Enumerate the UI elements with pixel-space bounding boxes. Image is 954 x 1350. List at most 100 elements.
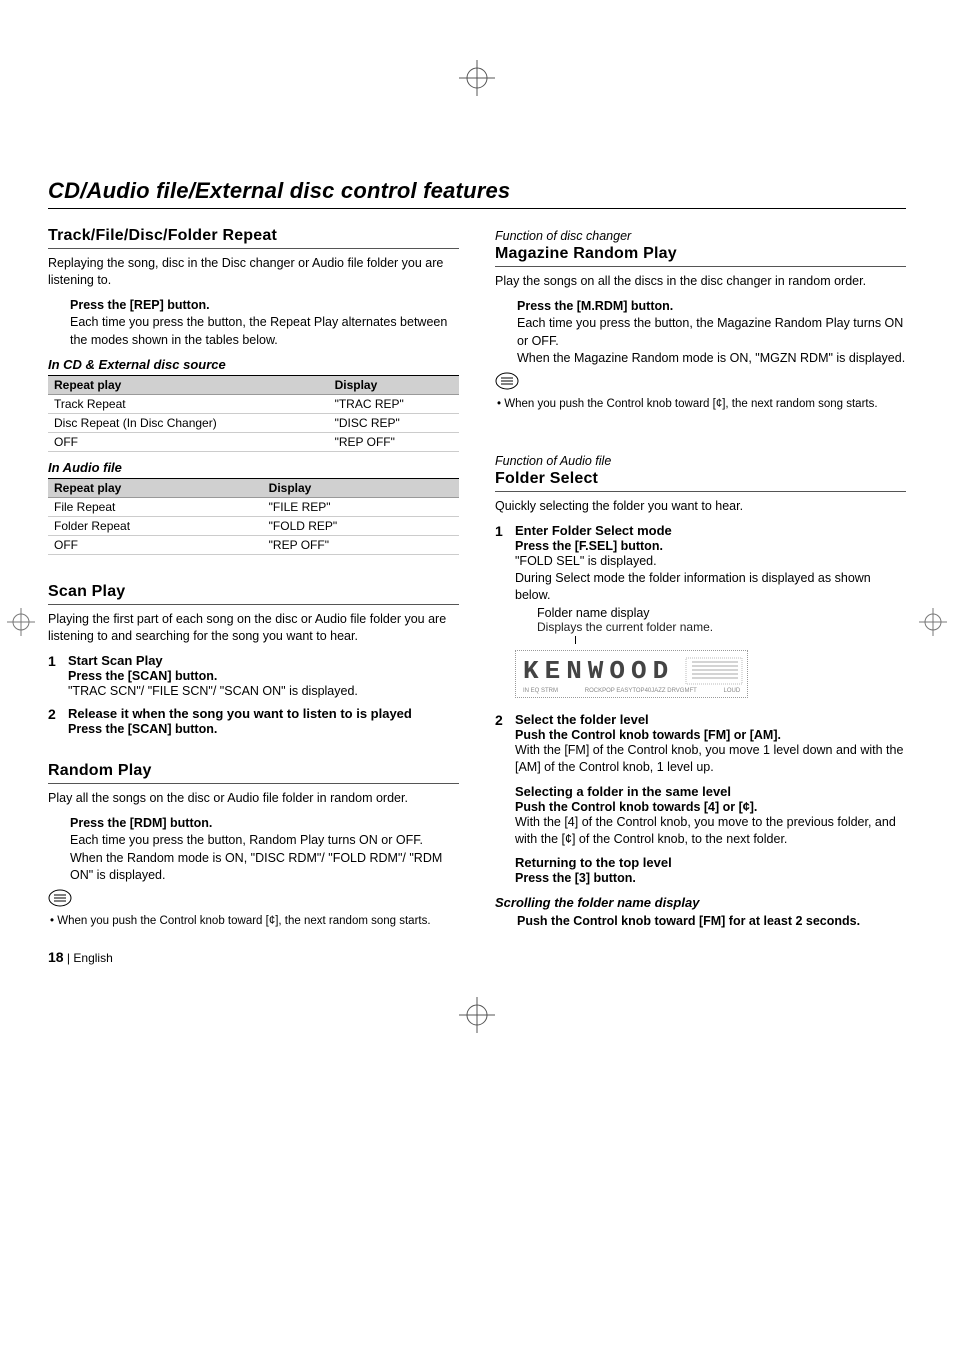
step-instr: Press the [F.SEL] button.	[515, 539, 906, 553]
step-number: 1	[495, 523, 509, 706]
section-heading-folder: Folder Select	[495, 470, 906, 492]
lcd-display: KENWOOD IN EQ STRM	[515, 650, 748, 698]
section-heading-magazine: Magazine Random Play	[495, 245, 906, 267]
return-instr: Press the [3] button.	[515, 871, 906, 885]
step-desc: "TRAC SCN"/ "FILE SCN"/ "SCAN ON" is dis…	[68, 683, 459, 700]
magazine-press-desc1: Each time you press the button, the Maga…	[517, 315, 906, 350]
registration-mark-bottom	[48, 965, 906, 1045]
folder-step1: 1 Enter Folder Select mode Press the [F.…	[495, 523, 906, 706]
th-repeat-play: Repeat play	[48, 479, 263, 498]
section-heading-repeat: Track/File/Disc/Folder Repeat	[48, 227, 459, 249]
repeat-press-label: Press the [REP] button.	[70, 297, 459, 315]
return-title: Returning to the top level	[515, 855, 906, 870]
random-press-desc2: When the Random mode is ON, "DISC RDM"/ …	[70, 850, 459, 885]
section-heading-scan: Scan Play	[48, 583, 459, 605]
magazine-press-label: Press the [M.RDM] button.	[517, 298, 906, 316]
lcd-text: KENWOOD	[519, 656, 678, 686]
cell: "FILE REP"	[263, 498, 459, 517]
lcd-sub-left: IN EQ STRM	[523, 688, 558, 694]
step-title: Select the folder level	[515, 712, 906, 727]
step-title: Release it when the song you want to lis…	[68, 706, 459, 721]
footer-lang: English	[73, 951, 112, 965]
cell: Track Repeat	[48, 395, 329, 414]
step-title: Start Scan Play	[68, 653, 459, 668]
step-desc: "FOLD SEL" is displayed.	[515, 553, 906, 570]
audio-subhead: In Audio file	[48, 460, 459, 475]
step-instr: Push the Control knob towards [FM] or [A…	[515, 728, 906, 742]
random-note: • When you push the Control knob toward …	[48, 914, 459, 930]
cell: "FOLD REP"	[263, 517, 459, 536]
lcd-label: Folder name display	[537, 606, 906, 620]
table-row: OFF "REP OFF"	[48, 433, 459, 452]
magazine-press-desc2: When the Magazine Random mode is ON, "MG…	[517, 350, 906, 368]
scan-step2: 2 Release it when the song you want to l…	[48, 706, 459, 736]
lcd-pointer	[515, 636, 906, 646]
cell: "REP OFF"	[263, 536, 459, 555]
step-instr: Press the [SCAN] button.	[68, 669, 459, 683]
page-number: 18	[48, 949, 64, 965]
note-text: When you push the Control knob toward [¢…	[504, 398, 877, 410]
table-row: Folder Repeat "FOLD REP"	[48, 517, 459, 536]
scroll-instr: Push the Control knob toward [FM] for at…	[517, 913, 906, 931]
crosshair-icon	[918, 607, 948, 637]
scan-step1: 1 Start Scan Play Press the [SCAN] butto…	[48, 653, 459, 700]
crosshair-icon	[6, 607, 36, 637]
cell: OFF	[48, 433, 329, 452]
note-icon	[495, 372, 906, 395]
table-row: Disc Repeat (In Disc Changer) "DISC REP"	[48, 414, 459, 433]
same-level-desc: With the [4] of the Control knob, you mo…	[515, 814, 906, 848]
random-intro: Play all the songs on the disc or Audio …	[48, 790, 459, 807]
lcd-desc: Displays the current folder name.	[537, 620, 906, 634]
table-audio: Repeat play Display File Repeat "FILE RE…	[48, 478, 459, 555]
folder-context: Function of Audio file	[495, 454, 906, 468]
folder-intro: Quickly selecting the folder you want to…	[495, 498, 906, 515]
lcd-spectrum-icon	[684, 654, 744, 688]
page-title: CD/Audio file/External disc control feat…	[48, 178, 906, 209]
right-column: Function of disc changer Magazine Random…	[495, 227, 906, 931]
magazine-note: • When you push the Control knob toward …	[495, 397, 906, 413]
same-level-title: Selecting a folder in the same level	[515, 784, 906, 799]
step-instr: Press the [SCAN] button.	[68, 722, 459, 736]
step-number: 2	[48, 706, 62, 736]
cd-ext-subhead: In CD & External disc source	[48, 357, 459, 372]
table-row: File Repeat "FILE REP"	[48, 498, 459, 517]
cell: File Repeat	[48, 498, 263, 517]
step-number: 1	[48, 653, 62, 700]
registration-mark-top	[48, 48, 906, 168]
crosshair-icon	[457, 995, 497, 1035]
footer-sep: |	[67, 951, 70, 965]
section-heading-random: Random Play	[48, 762, 459, 784]
random-press-label: Press the [RDM] button.	[70, 815, 459, 833]
scan-intro: Playing the first part of each song on t…	[48, 611, 459, 645]
repeat-intro: Replaying the song, disc in the Disc cha…	[48, 255, 459, 289]
note-text: When you push the Control knob toward [¢…	[57, 915, 430, 927]
step-title: Enter Folder Select mode	[515, 523, 906, 538]
crosshair-icon	[457, 58, 497, 98]
repeat-press-desc: Each time you press the button, the Repe…	[70, 314, 459, 349]
magazine-context: Function of disc changer	[495, 229, 906, 243]
page-footer: 18 | English	[48, 949, 906, 965]
lcd-sub-right: LOUD	[724, 688, 741, 694]
table-cd-ext: Repeat play Display Track Repeat "TRAC R…	[48, 375, 459, 452]
scroll-subhead: Scrolling the folder name display	[495, 895, 906, 910]
th-display: Display	[263, 479, 459, 498]
step-desc: During Select mode the folder informatio…	[515, 570, 906, 604]
table-row: OFF "REP OFF"	[48, 536, 459, 555]
cell: "DISC REP"	[329, 414, 459, 433]
magazine-intro: Play the songs on all the discs in the d…	[495, 273, 906, 290]
cell: Disc Repeat (In Disc Changer)	[48, 414, 329, 433]
note-icon	[48, 889, 459, 912]
th-repeat-play: Repeat play	[48, 376, 329, 395]
folder-step2: 2 Select the folder level Push the Contr…	[495, 712, 906, 886]
left-column: Track/File/Disc/Folder Repeat Replaying …	[48, 227, 459, 931]
lcd-sub-mid: ROCKPOP EASYTOP40JAZZ DRVGMFT	[585, 688, 697, 694]
step-desc: With the [FM] of the Control knob, you m…	[515, 742, 906, 776]
step-number: 2	[495, 712, 509, 886]
cell: Folder Repeat	[48, 517, 263, 536]
same-level-instr: Push the Control knob towards [4] or [¢]…	[515, 800, 906, 814]
th-display: Display	[329, 376, 459, 395]
table-row: Track Repeat "TRAC REP"	[48, 395, 459, 414]
cell: "TRAC REP"	[329, 395, 459, 414]
random-press-desc1: Each time you press the button, Random P…	[70, 832, 459, 850]
cell: "REP OFF"	[329, 433, 459, 452]
